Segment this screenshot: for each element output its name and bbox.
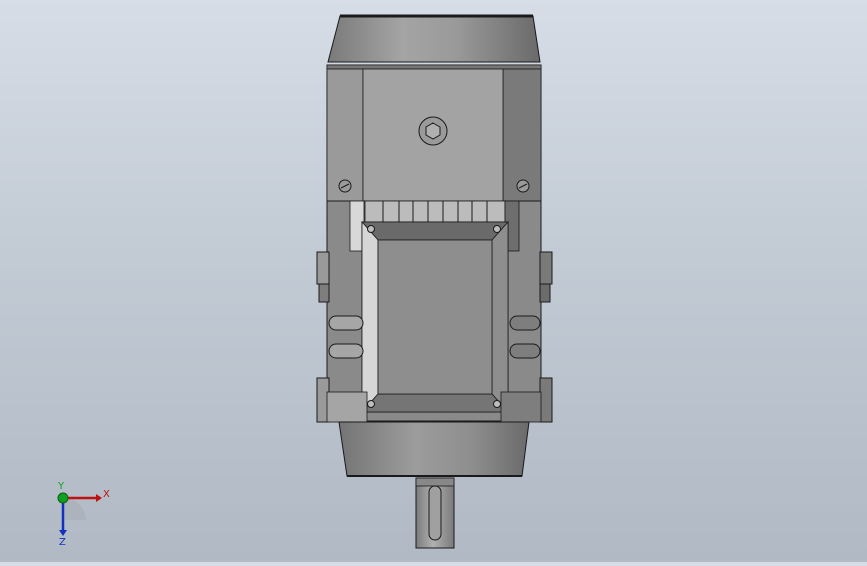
graphics-viewport[interactable] <box>0 0 867 562</box>
x-axis-label: X <box>103 489 110 500</box>
screw-icon <box>493 225 501 233</box>
motor-fan-cover <box>327 15 541 63</box>
shaft-keyway <box>428 485 442 541</box>
mounting-foot-left-top <box>316 251 330 285</box>
screw-icon <box>338 179 352 193</box>
z-axis-label: Z <box>59 537 66 548</box>
y-axis-label: Y <box>57 481 65 492</box>
hex-plug-icon <box>418 116 448 146</box>
mounting-foot-right-bottom <box>539 377 553 423</box>
screw-icon <box>367 400 375 408</box>
motor-model[interactable] <box>0 0 867 562</box>
y-axis-dot <box>57 492 69 504</box>
output-flange <box>338 421 530 477</box>
mounting-foot-right-top <box>539 251 553 285</box>
screw-icon <box>516 179 530 193</box>
screw-icon <box>493 400 501 408</box>
coordinate-triad: X Y Z <box>48 480 118 550</box>
screw-icon <box>367 225 375 233</box>
